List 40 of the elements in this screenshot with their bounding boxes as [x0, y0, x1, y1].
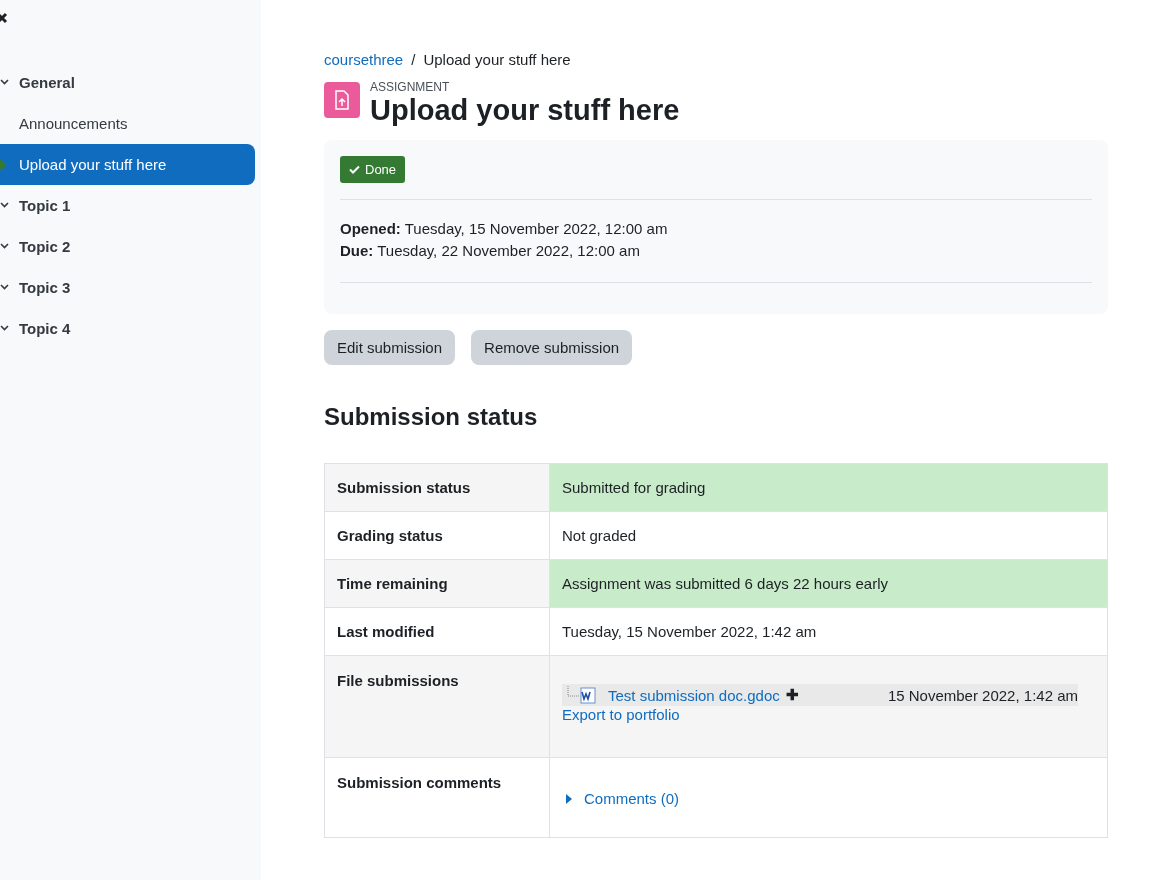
activity-type-label: ASSIGNMENT — [370, 80, 451, 94]
row-label: Time remaining — [324, 559, 550, 608]
row-label: Submission status — [324, 463, 550, 512]
plus-icon[interactable]: ✚ — [785, 686, 799, 704]
page-title: Upload your stuff here — [370, 94, 680, 126]
table-cell: Assignment was submitted 6 days 22 hours early — [549, 559, 1108, 608]
table-cell: Not graded — [549, 511, 1108, 560]
chevron-icon[interactable] — [0, 283, 9, 291]
row-label: Grading status — [324, 511, 550, 560]
comments-link[interactable]: Comments (0) — [584, 790, 680, 807]
submission-button[interactable]: Remove submission — [471, 330, 633, 365]
caret-icon[interactable] — [566, 793, 572, 804]
file-date: 15 November 2022, 1:42 am — [887, 686, 1078, 704]
row-label: Submission comments — [324, 757, 550, 838]
breadcrumb-separator: / — [411, 50, 416, 68]
breadcrumb-current: Upload your stuff here — [423, 50, 571, 68]
section-item[interactable]: General — [0, 62, 255, 103]
breadcrumb-link[interactable]: coursethree — [324, 50, 404, 68]
table-cell: Submitted for grading — [549, 463, 1108, 512]
row-label: File submissions — [324, 655, 550, 758]
export-link[interactable]: Export to portfolio — [562, 706, 680, 723]
chevron-icon[interactable] — [0, 78, 9, 86]
section-item[interactable]: Topic 3 — [0, 267, 255, 308]
activity-item[interactable]: Upload your stuff here — [0, 144, 255, 185]
chevron-icon[interactable] — [0, 201, 9, 209]
row-label: Last modified — [324, 607, 550, 656]
submission-button[interactable]: Edit submission — [324, 330, 456, 365]
table-cell: Tuesday, 15 November 2022, 1:42 am — [549, 607, 1108, 656]
section-item[interactable]: Topic 1 — [0, 185, 255, 226]
section-item[interactable]: Topic 4 — [0, 308, 255, 349]
completion-badge: Done — [340, 156, 406, 183]
file-link[interactable]: Test submission doc.gdoc — [608, 686, 780, 704]
chevron-icon[interactable] — [0, 324, 9, 332]
date-text: Due: Tuesday, 22 November 2022, 12:00 am — [340, 241, 641, 261]
activity-item[interactable]: Announcements — [0, 103, 255, 144]
assignment-icon — [324, 82, 360, 118]
date-text: Opened: Tuesday, 15 November 2022, 12:00 am — [340, 219, 669, 239]
section-heading: Submission status — [324, 403, 539, 431]
chevron-icon[interactable] — [0, 242, 9, 250]
section-item[interactable]: Topic 2 — [0, 226, 255, 267]
